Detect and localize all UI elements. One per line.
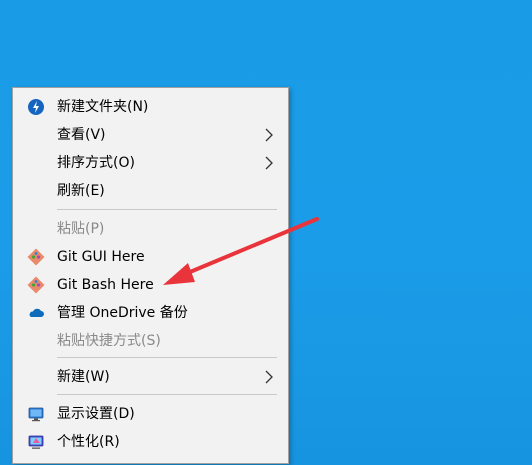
desktop[interactable]: { "context_menu": { "items": [ {"label":…	[0, 0, 532, 465]
annotation-arrow	[163, 217, 319, 285]
